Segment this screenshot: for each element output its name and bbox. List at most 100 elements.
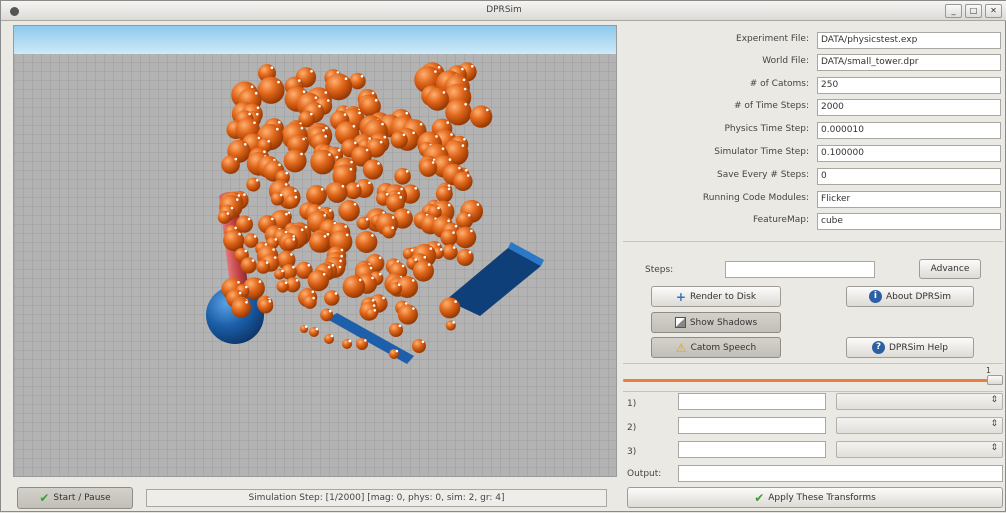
simulator-time-step-field[interactable]: 0.100000 <box>817 145 1001 162</box>
catom-sphere <box>342 275 366 298</box>
experiment-file-field[interactable]: DATA/physicstest.exp <box>817 32 1001 49</box>
apply-transforms-button[interactable]: ✔ Apply These Transforms <box>627 487 1003 508</box>
check-icon: ✔ <box>39 491 50 505</box>
catom-sphere <box>310 149 336 175</box>
catom-speech-toggle[interactable]: ⚠ Catom Speech <box>651 337 781 358</box>
catom-highlight <box>441 147 445 150</box>
catom-highlight <box>437 66 441 69</box>
catom-highlight <box>407 210 410 214</box>
panel-divider-2 <box>623 363 1003 364</box>
catom-highlight <box>312 296 315 300</box>
catom-sphere <box>362 159 383 180</box>
catom-highlight <box>429 247 433 250</box>
transform-2-select[interactable]: ⇕ <box>836 417 1003 434</box>
catom-highlight <box>337 148 341 152</box>
maximize-button[interactable]: □ <box>965 4 982 18</box>
shadow-icon <box>674 317 686 328</box>
transform-2-input[interactable] <box>678 417 826 434</box>
code-modules-field[interactable]: Flicker <box>817 191 1001 208</box>
advance-button[interactable]: Advance <box>919 259 981 279</box>
catom-highlight <box>447 219 450 223</box>
catom-highlight <box>330 334 334 338</box>
catom-highlight <box>461 144 465 147</box>
simulation-viewport[interactable] <box>13 25 617 477</box>
catom-highlight <box>471 64 474 68</box>
transform-1-select[interactable]: ⇕ <box>836 393 1003 410</box>
catom-highlight <box>405 111 409 115</box>
time-steps-label: # of Time Steps: <box>733 101 809 111</box>
catom-highlight <box>448 158 452 161</box>
catom-highlight <box>230 206 234 210</box>
catom-sphere <box>355 231 378 253</box>
about-button[interactable]: i About DPRSim <box>846 286 974 307</box>
catom-highlight <box>421 340 425 344</box>
catom-highlight <box>463 137 466 141</box>
catom-highlight <box>464 103 467 106</box>
catom-sphere <box>307 269 329 292</box>
catoms-count-label: # of Catoms: <box>749 79 809 89</box>
transform-3-select[interactable]: ⇕ <box>836 441 1003 458</box>
catom-highlight <box>304 325 308 328</box>
catom-highlight <box>323 235 327 238</box>
render-to-disk-button[interactable]: + Render to Disk <box>651 286 781 307</box>
transform-1-input[interactable] <box>678 393 826 410</box>
slider-track[interactable] <box>623 375 1003 385</box>
transform-3-input[interactable] <box>678 441 826 458</box>
steps-input[interactable] <box>725 261 875 278</box>
catom-highlight <box>435 135 438 138</box>
spin-arrows-icon: ⇕ <box>990 443 998 453</box>
catom-highlight <box>374 99 378 102</box>
catom-sphere <box>309 232 330 253</box>
show-shadows-toggle[interactable]: Show Shadows <box>651 312 781 333</box>
time-steps-field[interactable]: 2000 <box>817 99 1001 116</box>
physics-time-step-field[interactable]: 0.000010 <box>817 122 1001 139</box>
catom-highlight <box>315 327 319 331</box>
catom-highlight <box>326 232 330 236</box>
catom-sphere <box>419 158 438 177</box>
catom-highlight <box>298 79 301 82</box>
code-modules-label: Running Code Modules: <box>702 193 809 203</box>
catom-sphere <box>258 298 274 314</box>
catom-highlight <box>371 234 374 237</box>
minimize-button[interactable]: _ <box>945 4 962 18</box>
catom-highlight <box>371 91 375 95</box>
help-icon: ? <box>872 341 885 354</box>
catom-highlight <box>463 87 467 91</box>
window-title: DPRSim <box>486 5 522 15</box>
panel-divider <box>623 241 1003 242</box>
output-field[interactable] <box>678 465 1003 482</box>
catom-highlight <box>267 139 270 143</box>
catom-highlight <box>331 263 335 267</box>
catom-highlight <box>277 80 280 84</box>
catom-highlight <box>278 120 281 124</box>
help-button[interactable]: ? DPRSim Help <box>846 337 974 358</box>
catom-highlight <box>328 309 332 313</box>
catom-highlight <box>338 265 342 269</box>
catoms-count-field[interactable]: 250 <box>817 77 1001 94</box>
catom-highlight <box>243 193 246 196</box>
catom-sphere <box>397 304 418 325</box>
save-every-steps-field[interactable]: 0 <box>817 168 1001 185</box>
catom-highlight <box>378 256 382 260</box>
catom-highlight <box>314 96 318 99</box>
catom-highlight <box>458 166 461 170</box>
bottom-bar: ✔ Start / Pause Simulation Step: [1/2000… <box>1 481 621 513</box>
catom-highlight <box>468 250 472 254</box>
close-button[interactable]: ✕ <box>985 4 1002 18</box>
catom-highlight <box>292 238 296 241</box>
catom-sphere <box>453 171 473 191</box>
start-pause-button[interactable]: ✔ Start / Pause <box>17 487 133 509</box>
app-window: DPRSim _ □ ✕ ✔ Start / Pause Simulation … <box>0 0 1006 512</box>
catom-highlight <box>270 66 274 69</box>
catom-sphere <box>326 182 348 203</box>
catom-highlight <box>401 264 405 268</box>
sky-background <box>14 26 616 54</box>
slider-handle[interactable] <box>987 375 1003 385</box>
catom-highlight <box>385 192 389 196</box>
catom-highlight <box>226 212 230 215</box>
catom-highlight <box>257 136 261 140</box>
world-file-field[interactable]: DATA/small_tower.dpr <box>817 54 1001 71</box>
about-label: About DPRSim <box>885 291 952 302</box>
feature-map-field[interactable]: cube <box>817 213 1001 230</box>
panel-divider-3 <box>623 391 1003 392</box>
